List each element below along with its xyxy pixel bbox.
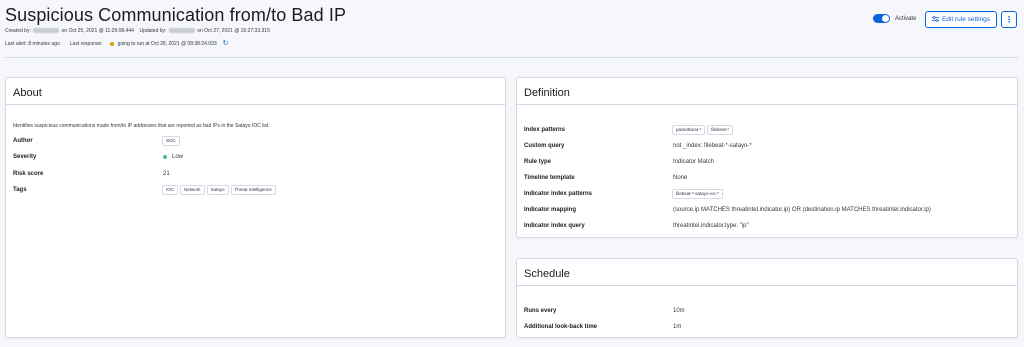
indicator-index-patterns-value: filebeat-*-satayo-ioc-* — [672, 189, 724, 199]
status-meta: Last alert: 8 minutes ago Last response:… — [5, 40, 229, 47]
schedule-panel: Schedule Runs every 10m Additional look-… — [516, 258, 1018, 338]
updated-by-label: Updated by: — [139, 28, 167, 34]
risk-score-label: Risk score — [13, 171, 44, 177]
schedule-title: Schedule — [524, 268, 570, 280]
index-patterns-label: Index patterns — [524, 127, 566, 133]
panel-divider — [6, 104, 505, 105]
tag-badge[interactable]: IOC — [162, 185, 179, 195]
author-value: SOC — [162, 136, 180, 146]
timeline-template-label: Timeline template — [524, 175, 575, 181]
indicator-mapping-label: Indicator mapping — [524, 207, 577, 213]
updated-on: on Oct 27, 2021 @ 15:27:33.315 — [197, 28, 270, 34]
runs-every-label: Runs every — [524, 308, 557, 314]
risk-score-value: 21 — [163, 171, 170, 177]
last-response-label: Last response: — [69, 40, 103, 47]
about-title: About — [13, 87, 42, 99]
severity-dot-icon — [163, 155, 167, 159]
definition-title: Definition — [524, 87, 570, 99]
created-updated-meta: Created by: on Oct 25, 2021 @ 11:29:08.4… — [5, 28, 270, 34]
rule-type-value: Indicator Match — [673, 159, 715, 165]
runs-every-value: 10m — [673, 308, 685, 314]
redacted-username — [168, 28, 195, 34]
lookback-value: 1m — [673, 324, 682, 330]
index-pattern-badge: packetbeat-* — [672, 125, 706, 135]
more-actions-button[interactable]: ⋮ — [1001, 11, 1017, 28]
edit-rule-settings-label: Edit rule settings — [941, 16, 991, 23]
index-pattern-badge: filebeat-* — [707, 125, 734, 135]
indicator-index-query-label: Indicator index query — [524, 223, 585, 229]
lookback-label: Additional look-back time — [524, 324, 598, 330]
redacted-username — [33, 28, 60, 34]
warning-dot-icon — [109, 41, 114, 46]
refresh-icon[interactable]: ↻ — [223, 40, 229, 47]
tags-list: IOC Network Satayo Threat Intelligence — [162, 185, 276, 195]
header-divider — [5, 57, 1018, 58]
timeline-template-value: None — [673, 175, 688, 181]
severity-text: Low — [172, 154, 184, 160]
indicator-index-patterns-label: Indicator index patterns — [524, 191, 593, 197]
definition-panel: Definition Index patterns packetbeat-* f… — [516, 77, 1018, 238]
tag-badge[interactable]: Network — [180, 185, 205, 195]
tags-label: Tags — [13, 187, 27, 193]
index-patterns-value: packetbeat-* filebeat-* — [672, 125, 734, 135]
author-badge: SOC — [162, 136, 180, 146]
severity-value: Low — [163, 154, 183, 160]
custom-query-label: Custom query — [524, 143, 565, 149]
author-label: Author — [13, 138, 33, 144]
panel-divider — [517, 285, 1017, 286]
about-panel: About Identifies suspicious communicatio… — [5, 77, 506, 338]
indicator-index-badge: filebeat-*-satayo-ioc-* — [672, 189, 724, 199]
severity-label: Severity — [13, 154, 37, 160]
custom-query-value: not _index: filebeat-*-satayo-* — [673, 143, 752, 149]
tag-badge[interactable]: Satayo — [206, 185, 229, 195]
created-on: on Oct 25, 2021 @ 11:29:08.444 — [61, 28, 134, 34]
last-alert: Last alert: 8 minutes ago — [5, 40, 60, 47]
indicator-mapping-value: (source.ip MATCHES threatintel.indicator… — [673, 207, 931, 213]
settings-sliders-icon — [931, 15, 939, 24]
page-title: Suspicious Communication from/to Bad IP — [5, 5, 347, 25]
rule-header: Suspicious Communication from/to Bad IP … — [0, 0, 1024, 57]
panel-divider — [517, 104, 1017, 105]
activate-label: Activate — [895, 15, 917, 22]
last-response-value: going to run at Oct 28, 2021 @ 08:38:24.… — [117, 40, 217, 47]
indicator-index-query-value: threatintel.indicator.type: "ip" — [673, 223, 749, 229]
created-by-label: Created by: — [5, 28, 31, 34]
toggle-switch[interactable] — [873, 14, 890, 23]
edit-rule-settings-button[interactable]: Edit rule settings — [925, 11, 997, 28]
tag-badge[interactable]: Threat Intelligence — [230, 185, 276, 195]
rule-description: Identifies suspicious communications mad… — [13, 123, 270, 129]
activate-switch[interactable]: Activate — [873, 14, 916, 23]
rule-type-label: Rule type — [524, 159, 552, 165]
